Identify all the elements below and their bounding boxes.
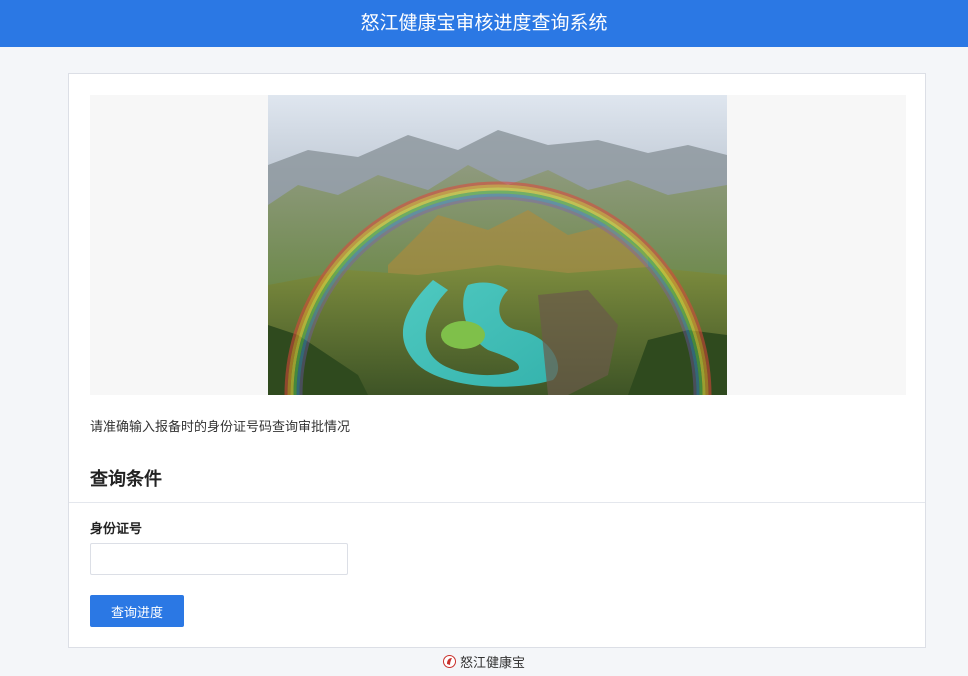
- banner-image: [268, 95, 727, 395]
- footer-text: 怒江健康宝: [459, 656, 525, 671]
- footer: 怒江健康宝: [0, 652, 968, 672]
- divider: [69, 502, 925, 503]
- query-progress-button[interactable]: 查询进度: [90, 595, 184, 627]
- instruction-text: 请准确输入报备时的身份证号码查询审批情况: [90, 420, 351, 435]
- app-header: 怒江健康宝审核进度查询系统: [0, 0, 968, 47]
- page-title: 怒江健康宝审核进度查询系统: [360, 12, 608, 34]
- nujiang-health-logo-icon: [442, 655, 456, 668]
- id-number-label: 身份证号: [90, 522, 143, 537]
- banner: [90, 95, 906, 395]
- query-card: 请准确输入报备时的身份证号码查询审批情况 查询条件 身份证号 查询进度: [68, 73, 926, 648]
- section-title: 查询条件: [90, 469, 162, 490]
- id-number-input[interactable]: [90, 543, 348, 575]
